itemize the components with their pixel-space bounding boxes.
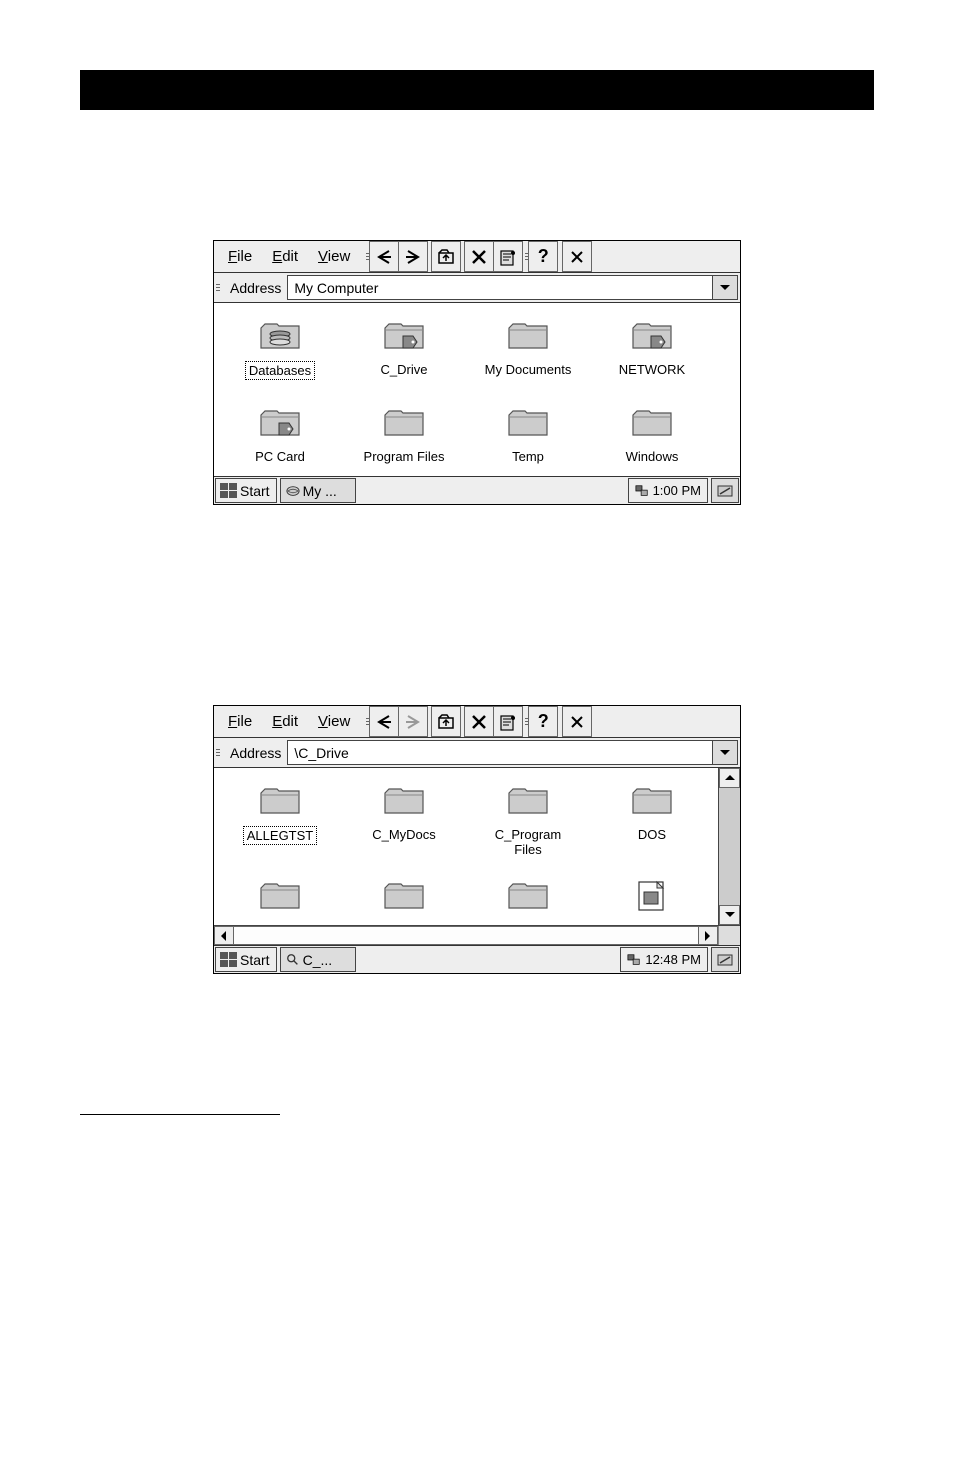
taskbar-app[interactable]: My ... <box>280 478 356 503</box>
menu-file[interactable]: File <box>218 706 262 737</box>
item-label: ALLEGTST <box>243 826 317 845</box>
properties-button[interactable] <box>493 241 523 272</box>
system-tray-clock[interactable]: 12:48 PM <box>620 947 708 972</box>
taskbar-app[interactable]: C_... <box>280 947 356 972</box>
up-button[interactable] <box>431 241 461 272</box>
item-label: Temp <box>509 448 547 465</box>
header-black-bar <box>80 70 874 110</box>
forward-button[interactable] <box>398 241 428 272</box>
system-tray-desktop[interactable] <box>711 478 739 503</box>
item-label: C_ProgramFiles <box>492 826 564 858</box>
system-tray-desktop[interactable] <box>711 947 739 972</box>
address-input[interactable]: My Computer <box>287 275 712 300</box>
address-label: Address <box>220 273 287 302</box>
folder-icon <box>342 402 466 442</box>
folder-tag-icon <box>342 315 466 355</box>
item-label: DOS <box>635 826 669 843</box>
menu-file[interactable]: File <box>218 241 262 272</box>
folder-item[interactable] <box>218 869 342 915</box>
footer-rule <box>80 1114 280 1115</box>
close-button[interactable] <box>562 706 592 737</box>
toolbar: File Edit View ? <box>214 706 740 738</box>
menu-edit[interactable]: Edit <box>262 241 308 272</box>
explorer-window-1: File Edit View ? Address My Computer <box>213 240 741 505</box>
folder-view[interactable]: Databases C_Drive My Documents NETWORK P… <box>214 303 740 476</box>
start-button[interactable]: Start <box>215 947 277 972</box>
folder-item[interactable]: C_ProgramFiles <box>466 774 590 859</box>
folder-icon <box>342 780 466 820</box>
folder-item[interactable]: My Documents <box>466 309 590 380</box>
folder-item[interactable]: Temp <box>466 396 590 466</box>
delete-button[interactable] <box>464 241 494 272</box>
close-button[interactable] <box>562 241 592 272</box>
item-label: Windows <box>623 448 682 465</box>
folder-item[interactable] <box>466 869 590 915</box>
item-label: C_MyDocs <box>369 826 439 843</box>
vertical-scrollbar[interactable] <box>718 768 740 925</box>
folder-item[interactable]: Program Files <box>342 396 466 466</box>
folder-item[interactable]: Databases <box>218 309 342 380</box>
folder-icon <box>590 780 714 820</box>
address-input[interactable]: \C_Drive <box>287 740 712 765</box>
address-bar: Address My Computer <box>214 273 740 303</box>
folder-view[interactable]: ALLEGTST C_MyDocs C_ProgramFiles DOS <box>214 768 718 925</box>
scroll-down[interactable] <box>719 905 740 925</box>
taskbar: Start My ... 1:00 PM <box>214 476 740 504</box>
scroll-track[interactable] <box>234 926 698 945</box>
folder-icon <box>466 875 590 915</box>
item-label: My Documents <box>482 361 575 378</box>
back-button[interactable] <box>369 706 399 737</box>
folder-item[interactable]: ALLEGTST <box>218 774 342 859</box>
stack-icon <box>218 315 342 355</box>
item-label: PC Card <box>252 448 308 465</box>
scroll-right[interactable] <box>698 926 718 945</box>
folder-item[interactable]: DOS <box>590 774 714 859</box>
menu-view[interactable]: View <box>308 706 360 737</box>
folder-tag-icon <box>218 402 342 442</box>
folder-item[interactable]: Windows <box>590 396 714 466</box>
folder-icon <box>218 780 342 820</box>
item-label: Databases <box>245 361 315 380</box>
explorer-window-2: File Edit View ? Address \C_Drive <box>213 705 741 974</box>
start-button[interactable]: Start <box>215 478 277 503</box>
folder-item[interactable]: NETWORK <box>590 309 714 380</box>
address-bar: Address \C_Drive <box>214 738 740 768</box>
folder-icon <box>590 402 714 442</box>
delete-button[interactable] <box>464 706 494 737</box>
folder-item[interactable] <box>590 869 714 915</box>
scroll-left[interactable] <box>214 926 234 945</box>
folder-item[interactable]: PC Card <box>218 396 342 466</box>
folder-item[interactable]: C_Drive <box>342 309 466 380</box>
address-label: Address <box>220 738 287 767</box>
taskbar: Start C_... 12:48 PM <box>214 945 740 973</box>
properties-button[interactable] <box>493 706 523 737</box>
help-button[interactable]: ? <box>528 706 558 737</box>
horizontal-scrollbar[interactable] <box>214 925 740 945</box>
folder-icon <box>466 315 590 355</box>
folder-item[interactable] <box>342 869 466 915</box>
scroll-up[interactable] <box>719 768 740 788</box>
item-label: NETWORK <box>616 361 688 378</box>
toolbar: File Edit View ? <box>214 241 740 273</box>
help-button[interactable]: ? <box>528 241 558 272</box>
forward-button <box>398 706 428 737</box>
item-label: Program Files <box>361 448 448 465</box>
folder-tag-icon <box>590 315 714 355</box>
back-button[interactable] <box>369 241 399 272</box>
menu-edit[interactable]: Edit <box>262 706 308 737</box>
address-dropdown[interactable] <box>712 740 738 765</box>
file-icon <box>590 875 714 915</box>
folder-icon <box>218 875 342 915</box>
folder-icon <box>466 402 590 442</box>
folder-icon <box>466 780 590 820</box>
address-dropdown[interactable] <box>712 275 738 300</box>
menu-view[interactable]: View <box>308 241 360 272</box>
system-tray-clock[interactable]: 1:00 PM <box>628 478 708 503</box>
scroll-corner <box>718 926 740 945</box>
folder-icon <box>342 875 466 915</box>
up-button[interactable] <box>431 706 461 737</box>
scroll-track[interactable] <box>719 788 740 905</box>
folder-item[interactable]: C_MyDocs <box>342 774 466 859</box>
item-label: C_Drive <box>378 361 431 378</box>
